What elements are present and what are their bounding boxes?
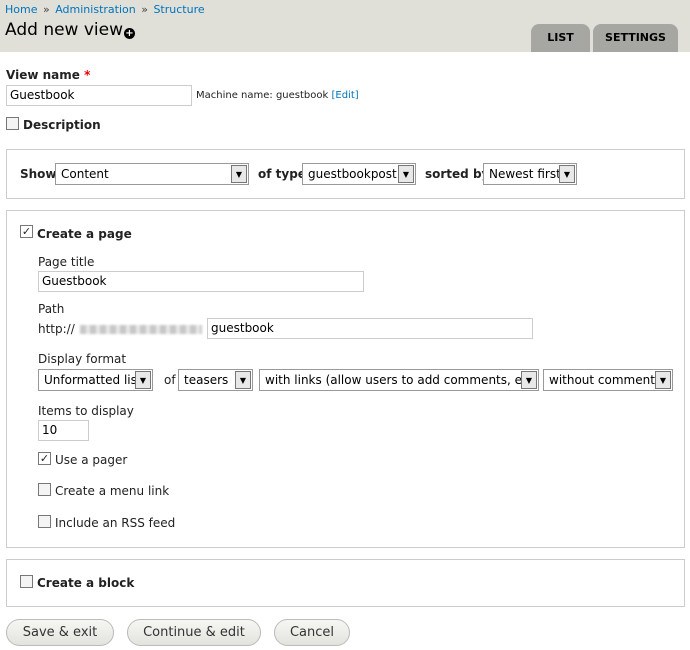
rss-label: Include an RSS feed — [55, 516, 176, 530]
of-type-label: of type — [258, 167, 306, 181]
rss-checkbox[interactable] — [38, 515, 51, 528]
required-mark: * — [84, 68, 91, 82]
show-select[interactable]: Content ▼ — [55, 163, 249, 185]
items-input[interactable]: 10 — [38, 420, 89, 441]
menu-link-checkbox[interactable] — [38, 483, 51, 496]
display-format-label: Display format — [38, 352, 127, 366]
create-page-label: Create a page — [37, 227, 132, 241]
show-select-value: Content — [61, 167, 109, 181]
tab-settings[interactable]: SETTINGS — [593, 24, 678, 52]
page-title: Add new view — [5, 20, 124, 40]
chevron-down-icon: ▼ — [521, 371, 537, 389]
create-page-checkbox[interactable]: ✓ — [20, 225, 33, 238]
teasers-value: teasers — [184, 373, 229, 387]
of-type-select[interactable]: guestbookpost ▼ — [302, 163, 416, 185]
of-type-select-value: guestbookpost — [308, 167, 397, 181]
chevron-down-icon: ▼ — [655, 371, 671, 389]
path-prefix: http:// — [38, 322, 75, 336]
blurred-domain — [80, 325, 202, 334]
create-block-checkbox[interactable] — [20, 575, 33, 588]
machine-name: Machine name: guestbook [Edit] — [196, 90, 359, 101]
description-label: Description — [23, 118, 101, 132]
chevron-down-icon: ▼ — [235, 371, 251, 389]
use-pager-label: Use a pager — [55, 453, 128, 467]
teasers-select[interactable]: teasers ▼ — [178, 369, 253, 391]
chevron-down-icon: ▼ — [559, 165, 575, 183]
view-name-input[interactable]: Guestbook — [6, 85, 192, 106]
breadcrumb-separator: » — [42, 3, 50, 16]
breadcrumb-administration[interactable]: Administration — [55, 3, 136, 16]
tab-list[interactable]: LIST — [531, 24, 590, 52]
comments-value: without comments — [549, 373, 662, 387]
page-title-input[interactable]: Guestbook — [38, 271, 364, 292]
view-name-label: View name * — [6, 68, 91, 82]
items-label: Items to display — [38, 404, 134, 418]
breadcrumb-structure[interactable]: Structure — [153, 3, 204, 16]
sorted-by-select-value: Newest first — [489, 167, 561, 181]
add-shortcut-icon[interactable]: + — [124, 28, 135, 39]
chevron-down-icon: ▼ — [135, 371, 151, 389]
continue-edit-button[interactable]: Continue & edit — [127, 619, 261, 646]
save-exit-button[interactable]: Save & exit — [6, 619, 114, 646]
machine-name-label: Machine name: guestbook — [196, 90, 329, 101]
page-title-label: Page title — [38, 255, 95, 269]
use-pager-checkbox[interactable]: ✓ — [38, 452, 51, 465]
page-header: Home » Administration » Structure Add ne… — [0, 0, 690, 52]
menu-link-label: Create a menu link — [55, 484, 170, 498]
of-label: of — [164, 373, 176, 387]
display-format-select[interactable]: Unformatted list ▼ — [38, 369, 153, 391]
breadcrumb-home[interactable]: Home — [5, 3, 37, 16]
display-format-value: Unformatted list — [44, 373, 142, 387]
breadcrumb-separator: » — [141, 3, 148, 16]
show-label: Show — [20, 167, 57, 181]
path-input[interactable]: guestbook — [207, 318, 533, 339]
chevron-down-icon: ▼ — [398, 165, 414, 183]
path-label: Path — [38, 302, 65, 316]
sorted-by-label: sorted by — [425, 167, 490, 181]
links-value: with links (allow users to add comments,… — [265, 373, 539, 387]
sorted-by-select[interactable]: Newest first ▼ — [483, 163, 577, 185]
links-select[interactable]: with links (allow users to add comments,… — [259, 369, 539, 391]
comments-select[interactable]: without comments ▼ — [543, 369, 673, 391]
cancel-button[interactable]: Cancel — [274, 619, 350, 646]
machine-name-edit-link[interactable]: [Edit] — [331, 90, 358, 101]
chevron-down-icon: ▼ — [231, 165, 247, 183]
breadcrumb: Home » Administration » Structure — [5, 3, 205, 16]
create-block-label: Create a block — [37, 576, 135, 590]
description-checkbox[interactable] — [6, 117, 19, 130]
